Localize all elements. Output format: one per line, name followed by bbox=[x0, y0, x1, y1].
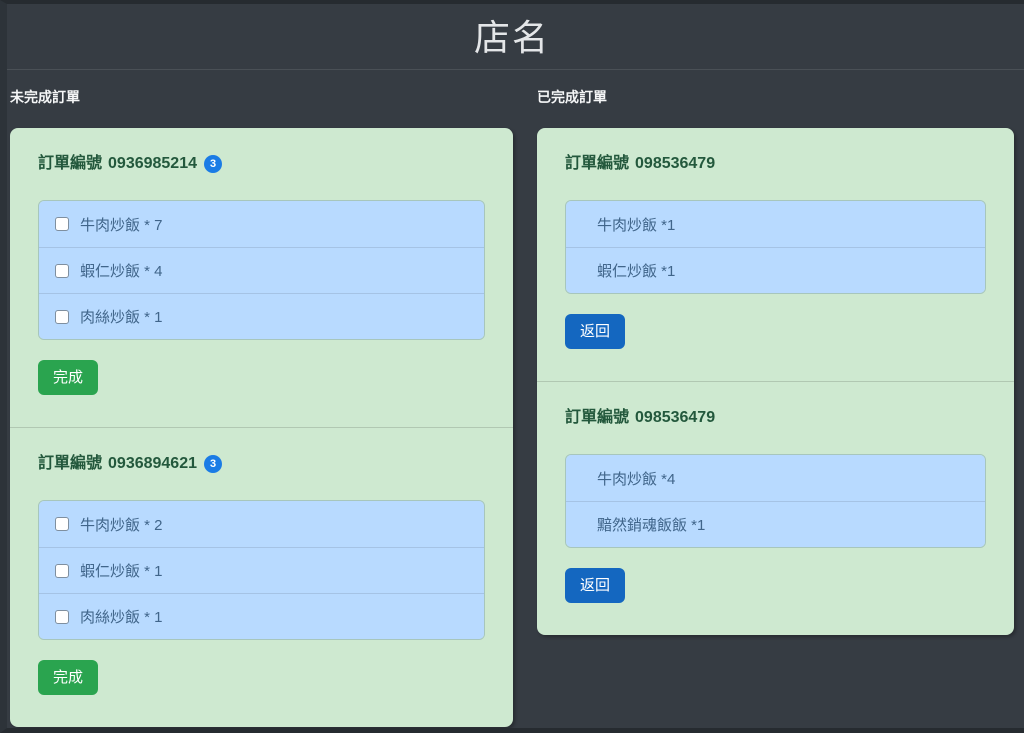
order-item-row: 蝦仁炒飯 * 4 bbox=[39, 247, 484, 293]
item-label: 肉絲炒飯 * 1 bbox=[80, 309, 163, 326]
pending-column-label: 未完成訂單 bbox=[10, 89, 80, 105]
completed-orders-panel: 訂單編號 098536479 牛肉炒飯 *1 蝦仁炒飯 *1 返回 訂單編號 0… bbox=[537, 128, 1014, 635]
item-label: 蝦仁炒飯 *1 bbox=[597, 263, 676, 280]
item-checkbox[interactable] bbox=[55, 517, 69, 531]
order-items-list: 牛肉炒飯 * 7 蝦仁炒飯 * 4 肉絲炒飯 * 1 bbox=[38, 200, 485, 340]
order-header: 訂單編號 098536479 bbox=[565, 154, 986, 174]
order-card: 訂單編號 0936894621 3 牛肉炒飯 * 2 蝦仁炒飯 * 1 肉絲炒飯… bbox=[10, 427, 513, 727]
order-title-label: 訂單編號 bbox=[38, 155, 103, 172]
order-number: 0936985214 bbox=[108, 155, 197, 172]
order-card: 訂單編號 098536479 牛肉炒飯 *4 黯然銷魂飯飯 *1 返回 bbox=[537, 381, 1014, 635]
order-item-row: 牛肉炒飯 *4 bbox=[566, 455, 985, 501]
order-item-row: 肉絲炒飯 * 1 bbox=[39, 293, 484, 339]
order-item-row: 黯然銷魂飯飯 *1 bbox=[566, 501, 985, 547]
order-items-list: 牛肉炒飯 *1 蝦仁炒飯 *1 bbox=[565, 200, 986, 294]
order-item-row: 蝦仁炒飯 * 1 bbox=[39, 547, 484, 593]
item-label: 黯然銷魂飯飯 *1 bbox=[597, 517, 706, 534]
page-title: 店名 bbox=[473, 16, 550, 58]
item-label: 蝦仁炒飯 * 4 bbox=[80, 263, 163, 280]
column-labels-row: 未完成訂單 已完成訂單 bbox=[0, 70, 1024, 128]
item-checkbox[interactable] bbox=[55, 263, 69, 278]
item-label: 牛肉炒飯 *4 bbox=[597, 470, 676, 488]
order-header: 訂單編號 0936894621 3 bbox=[38, 454, 485, 474]
item-checkbox[interactable] bbox=[55, 309, 69, 324]
return-button[interactable]: 返回 bbox=[565, 314, 626, 349]
order-title-label: 訂單編號 bbox=[565, 409, 630, 426]
completed-column-label: 已完成訂單 bbox=[537, 89, 607, 105]
order-header: 訂單編號 098536479 bbox=[565, 408, 986, 428]
item-count-badge: 3 bbox=[204, 155, 222, 173]
item-label: 肉絲炒飯 * 1 bbox=[80, 609, 163, 626]
order-number: 098536479 bbox=[635, 409, 716, 426]
item-checkbox[interactable] bbox=[55, 563, 69, 578]
order-card: 訂單編號 098536479 牛肉炒飯 *1 蝦仁炒飯 *1 返回 bbox=[537, 128, 1014, 381]
order-number: 0936894621 bbox=[108, 455, 197, 472]
item-label: 蝦仁炒飯 * 1 bbox=[80, 563, 163, 580]
order-items-list: 牛肉炒飯 *4 黯然銷魂飯飯 *1 bbox=[565, 454, 986, 548]
app-header: 店名 bbox=[0, 0, 1024, 70]
pending-orders-panel: 訂單編號 0936985214 3 牛肉炒飯 * 7 蝦仁炒飯 * 4 肉絲炒飯… bbox=[10, 128, 513, 727]
item-checkbox[interactable] bbox=[55, 217, 69, 231]
order-item-row: 牛肉炒飯 * 7 bbox=[39, 201, 484, 247]
order-item-row: 蝦仁炒飯 *1 bbox=[566, 247, 985, 293]
order-title-label: 訂單編號 bbox=[38, 455, 103, 472]
order-header: 訂單編號 0936985214 3 bbox=[38, 154, 485, 174]
order-item-row: 牛肉炒飯 * 2 bbox=[39, 501, 484, 547]
main-content: 訂單編號 0936985214 3 牛肉炒飯 * 7 蝦仁炒飯 * 4 肉絲炒飯… bbox=[0, 128, 1024, 727]
item-label: 牛肉炒飯 * 2 bbox=[80, 516, 163, 534]
item-checkbox[interactable] bbox=[55, 609, 69, 624]
return-button[interactable]: 返回 bbox=[565, 568, 626, 603]
order-card: 訂單編號 0936985214 3 牛肉炒飯 * 7 蝦仁炒飯 * 4 肉絲炒飯… bbox=[10, 128, 513, 427]
item-count-badge: 3 bbox=[204, 455, 222, 473]
item-label: 牛肉炒飯 *1 bbox=[597, 216, 676, 234]
order-item-row: 牛肉炒飯 *1 bbox=[566, 201, 985, 247]
order-item-row: 肉絲炒飯 * 1 bbox=[39, 593, 484, 639]
order-number: 098536479 bbox=[635, 155, 716, 172]
complete-button[interactable]: 完成 bbox=[38, 360, 99, 395]
complete-button[interactable]: 完成 bbox=[38, 660, 99, 695]
item-label: 牛肉炒飯 * 7 bbox=[80, 216, 163, 234]
order-title-label: 訂單編號 bbox=[565, 155, 630, 172]
order-items-list: 牛肉炒飯 * 2 蝦仁炒飯 * 1 肉絲炒飯 * 1 bbox=[38, 500, 485, 640]
